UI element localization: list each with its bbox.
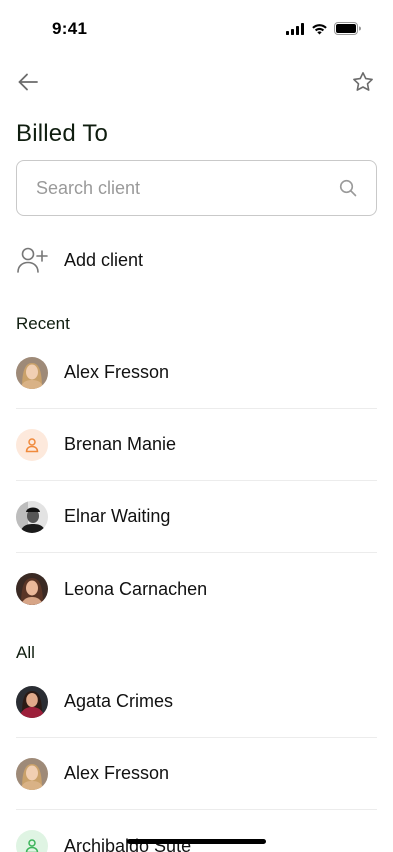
client-row[interactable]: Agata Crimes [16, 666, 377, 738]
add-client-label: Add client [64, 249, 144, 270]
avatar [16, 830, 48, 852]
client-name: Agata Crimes [64, 691, 174, 711]
avatar [16, 356, 48, 389]
avatar [16, 500, 48, 533]
add-user-icon [16, 244, 48, 276]
client-name: Elnar Waiting [64, 506, 171, 526]
all-client-list: Agata Crimes Alex Fresson Archibaldo Sut… [16, 666, 377, 852]
favorite-button[interactable] [349, 68, 377, 96]
client-name: Leona Carnachen [64, 578, 208, 599]
avatar [16, 685, 48, 718]
user-icon [25, 839, 39, 852]
wifi-icon [311, 22, 328, 40]
cellular-signal-icon [286, 22, 305, 40]
status-icons [286, 22, 361, 40]
user-icon [25, 437, 39, 452]
back-button[interactable] [14, 68, 42, 96]
client-name: Alex Fresson [64, 362, 170, 382]
client-row[interactable]: Alex Fresson [16, 337, 377, 409]
avatar [16, 428, 48, 461]
search-icon[interactable] [338, 178, 358, 198]
client-row[interactable]: Elnar Waiting [16, 481, 377, 553]
section-header-all: All [16, 643, 35, 662]
search-box[interactable] [16, 160, 377, 216]
avatar [16, 757, 48, 790]
status-bar: 9:41 [0, 0, 393, 56]
page-title: Billed To [16, 120, 109, 147]
avatar [16, 573, 48, 605]
search-input[interactable] [35, 177, 338, 199]
add-client-button[interactable]: Add client [16, 240, 377, 280]
client-name: Alex Fresson [64, 763, 170, 783]
billed-to-screen: 9:41 Billed To Search client Add client … [0, 0, 393, 852]
arrow-left-icon [18, 73, 38, 91]
battery-icon [334, 22, 361, 40]
client-row[interactable]: Leona Carnachen [16, 553, 377, 625]
star-icon [353, 72, 373, 91]
client-row[interactable]: Alex Fresson [16, 738, 377, 810]
client-name: Brenan Manie [64, 434, 177, 454]
client-row[interactable]: Archibaldo Sute [16, 810, 377, 852]
home-indicator [127, 839, 266, 844]
recent-client-list: Alex Fresson Brenan Manie Elnar Waiting … [16, 337, 377, 625]
status-time: 9:41 [52, 19, 88, 38]
client-row[interactable]: Brenan Manie [16, 409, 377, 481]
section-header-recent: Recent [16, 314, 70, 333]
